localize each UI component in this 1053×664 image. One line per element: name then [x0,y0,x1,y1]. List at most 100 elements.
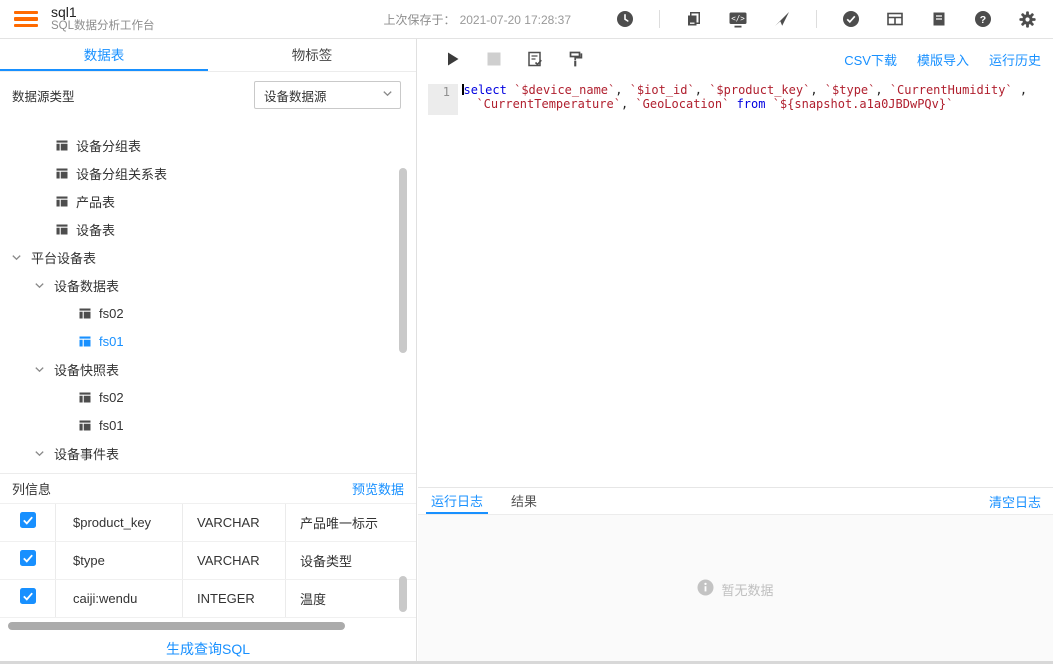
left-panel: 数据表物标签 数据源类型 设备数据源 设备分组表设备分组关系表产品表设备表平台设… [0,39,417,664]
check-circle-icon[interactable] [841,9,861,29]
tree-item-设备事件表[interactable]: 设备事件表 [0,439,416,467]
tree-item-label: fs01 [99,334,124,349]
send-icon[interactable] [772,9,792,29]
format-paint-button[interactable] [567,50,585,68]
table-icon [56,196,68,207]
code-display-icon[interactable]: </> [728,9,748,29]
generate-sql-row: 生成查询SQL [0,639,416,659]
tree-item-label: fs02 [99,306,124,321]
gear-icon[interactable] [1017,9,1037,29]
column-checkbox[interactable] [20,512,36,533]
table-icon [79,308,91,319]
table-icon [56,224,68,235]
run-button[interactable] [444,50,462,68]
layout-grid-icon[interactable] [885,9,905,29]
tree-item-label: 平台设备表 [31,248,96,267]
code-line: `CurrentTemperature`, `GeoLocation` from… [462,98,1047,112]
datasource-row: 数据源类型 设备数据源 [0,72,416,118]
sidebar-tab-bar: 数据表物标签 [0,39,416,72]
column-name: $type [55,542,182,579]
chevron-down-icon [381,87,394,103]
tree-item-label: 设备分组表 [76,136,141,155]
column-table: $product_keyVARCHAR产品唯一标示$typeVARCHAR设备类… [0,503,416,618]
tree-item-设备表[interactable]: 设备表 [0,215,416,243]
run-history-link[interactable]: 运行历史 [989,50,1041,69]
tree-item-设备数据表[interactable]: 设备数据表 [0,271,416,299]
sql-editor[interactable]: 1 select `$device_name`, `$iot_id`, `$pr… [418,79,1053,487]
editor-toolbar-buttons [444,50,585,68]
tree-item-fs01[interactable]: fs01 [0,327,416,355]
info-icon [697,579,714,601]
title-block: sql1 SQL数据分析工作台 [51,4,155,33]
tree-item-label: 设备表 [76,220,115,239]
columns-hscrollbar-track [8,622,406,630]
column-type: VARCHAR [182,542,285,579]
columns-vscrollbar[interactable] [399,576,407,612]
preview-data-link[interactable]: 预览数据 [352,479,404,498]
column-info-title: 列信息 [12,479,51,498]
menu-icon[interactable] [14,11,38,28]
tree-item-label: 设备分组关系表 [76,164,167,183]
tab-results[interactable]: 结果 [506,488,542,514]
tree-item-设备分组表[interactable]: 设备分组表 [0,131,416,159]
sql-code[interactable]: select `$device_name`, `$iot_id`, `$prod… [462,84,1047,111]
clear-log-link[interactable]: 清空日志 [989,492,1041,511]
script-check-button[interactable] [526,50,544,68]
page-title: sql1 [51,4,155,20]
doc-list-icon[interactable] [929,9,949,29]
columns-hscrollbar[interactable] [8,622,345,630]
results-tab-bar: 运行日志结果 清空日志 [418,488,1053,515]
app-header: sql1 SQL数据分析工作台 上次保存于：2021-07-20 17:28:3… [0,0,1053,39]
svg-text:?: ? [980,14,986,26]
column-desc: 温度 [285,580,397,617]
help-circle-icon[interactable]: ? [973,9,993,29]
table-tree: 设备分组表设备分组关系表产品表设备表平台设备表设备数据表 fs02 fs01 设备快照… [0,118,416,473]
column-name: $product_key [55,504,182,541]
tree-item-fs02[interactable]: fs02 [0,383,416,411]
tree-item-fs02[interactable]: fs02 [0,299,416,327]
copy-icon[interactable] [684,9,704,29]
page-subtitle: SQL数据分析工作台 [51,20,155,33]
last-saved-time: 2021-07-20 17:28:37 [460,13,571,27]
tree-item-label: fs01 [99,418,124,433]
stop-button[interactable] [485,50,503,68]
chevron-down-icon [10,251,23,264]
column-checkbox[interactable] [20,588,36,609]
tree-item-label: 设备快照表 [54,360,119,379]
tab-thing-tags[interactable]: 物标签 [208,39,416,71]
editor-toolbar: CSV下载 模版导入 运行历史 [418,39,1053,79]
table-icon [79,420,91,431]
last-saved-status: 上次保存于：2021-07-20 17:28:37 [384,11,571,28]
column-desc: 设备类型 [285,542,397,579]
table-icon [79,392,91,403]
svg-text:</>: </> [731,14,745,23]
tab-data-tables[interactable]: 数据表 [0,39,208,71]
tree-item-设备快照表[interactable]: 设备快照表 [0,355,416,383]
column-info-header: 列信息 预览数据 [0,474,416,503]
tab-run-log[interactable]: 运行日志 [426,488,488,514]
tree-scrollbar[interactable] [399,168,407,353]
empty-data-text: 暂无数据 [721,580,773,599]
csv-download-link[interactable]: CSV下载 [844,50,897,69]
tree-item-label: 设备事件表 [54,444,119,463]
code-line: select `$device_name`, `$iot_id`, `$prod… [462,84,1047,98]
tree-item-设备分组关系表[interactable]: 设备分组关系表 [0,159,416,187]
generate-sql-button[interactable]: 生成查询SQL [166,641,250,657]
template-import-link[interactable]: 模版导入 [917,50,969,69]
column-info-section: 列信息 预览数据 $product_keyVARCHAR产品唯一标示$typeV… [0,474,416,664]
table-icon [56,140,68,151]
table-icon [56,168,68,179]
column-checkbox[interactable] [20,550,36,571]
line-number: 1 [428,84,458,115]
datasource-selected-value: 设备数据源 [264,86,327,105]
tree-item-产品表[interactable]: 产品表 [0,187,416,215]
toolbar-divider [659,10,660,28]
tree-item-label: 产品表 [76,192,115,211]
clock-icon[interactable] [615,9,635,29]
results-empty-state: 暂无数据 [418,515,1053,664]
datasource-select[interactable]: 设备数据源 [254,81,401,109]
tree-item-fs01[interactable]: fs01 [0,411,416,439]
column-row: $product_keyVARCHAR产品唯一标示 [0,504,416,542]
column-name: caiji:wendu [55,580,182,617]
tree-item-平台设备表[interactable]: 平台设备表 [0,243,416,271]
